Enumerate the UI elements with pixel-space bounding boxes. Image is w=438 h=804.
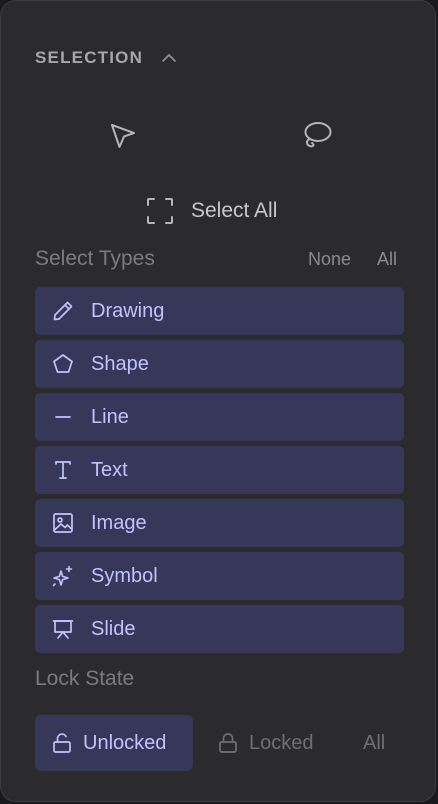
type-item-image[interactable]: Image <box>35 499 404 547</box>
select-types-header: Select Types None All <box>35 245 397 273</box>
type-item-label: Symbol <box>91 564 158 587</box>
chevron-up-icon[interactable] <box>159 48 179 68</box>
line-icon <box>51 405 75 429</box>
lasso-icon <box>304 122 332 148</box>
unlocked-label: Unlocked <box>83 731 167 754</box>
lock-state-label: Lock State <box>35 667 135 690</box>
select-all-button[interactable]: Select All <box>145 193 277 229</box>
type-item-label: Image <box>91 511 147 534</box>
type-item-symbol[interactable]: Symbol <box>35 552 404 600</box>
type-item-drawing[interactable]: Drawing <box>35 287 404 335</box>
type-item-label: Drawing <box>91 299 165 322</box>
locked-label: Locked <box>249 731 314 754</box>
type-item-label: Shape <box>91 352 149 375</box>
select-all-frame-icon <box>147 198 173 224</box>
sparkles-icon <box>51 564 75 588</box>
type-item-label: Line <box>91 405 129 428</box>
type-item-slide[interactable]: Slide <box>35 605 404 653</box>
unlocked-option[interactable]: Unlocked <box>35 715 193 771</box>
type-item-shape[interactable]: Shape <box>35 340 404 388</box>
section-title: SELECTION <box>35 48 144 67</box>
locked-option[interactable]: Locked <box>215 715 314 771</box>
lock-all-label: All <box>363 731 386 754</box>
select-all-types-link[interactable]: All <box>377 249 397 270</box>
lock-icon <box>219 733 237 753</box>
select-types-label: Select Types <box>35 247 155 270</box>
lock-state-options: Unlocked Locked All <box>35 715 405 771</box>
pencil-icon <box>51 299 75 323</box>
select-none-link[interactable]: None <box>308 249 351 270</box>
selection-section-header[interactable]: SELECTION <box>35 45 179 71</box>
select-all-label: Select All <box>191 199 278 222</box>
pentagon-icon <box>51 352 75 376</box>
image-icon <box>51 511 75 535</box>
type-item-text[interactable]: Text <box>35 446 404 494</box>
lock-all-option[interactable]: All <box>363 715 385 771</box>
pointer-tool-button[interactable] <box>101 115 145 159</box>
unlock-icon <box>53 733 71 753</box>
select-types-list: Drawing Shape Line Text Image Symbol Sli… <box>35 287 404 658</box>
text-icon <box>51 458 75 482</box>
selection-panel: SELECTION Select All Select Types None A… <box>0 0 436 802</box>
lasso-tool-button[interactable] <box>295 113 339 157</box>
type-item-line[interactable]: Line <box>35 393 404 441</box>
presentation-icon <box>51 617 75 641</box>
type-item-label: Slide <box>91 617 136 640</box>
type-item-label: Text <box>91 458 128 481</box>
pointer-cursor-icon <box>111 124 135 148</box>
